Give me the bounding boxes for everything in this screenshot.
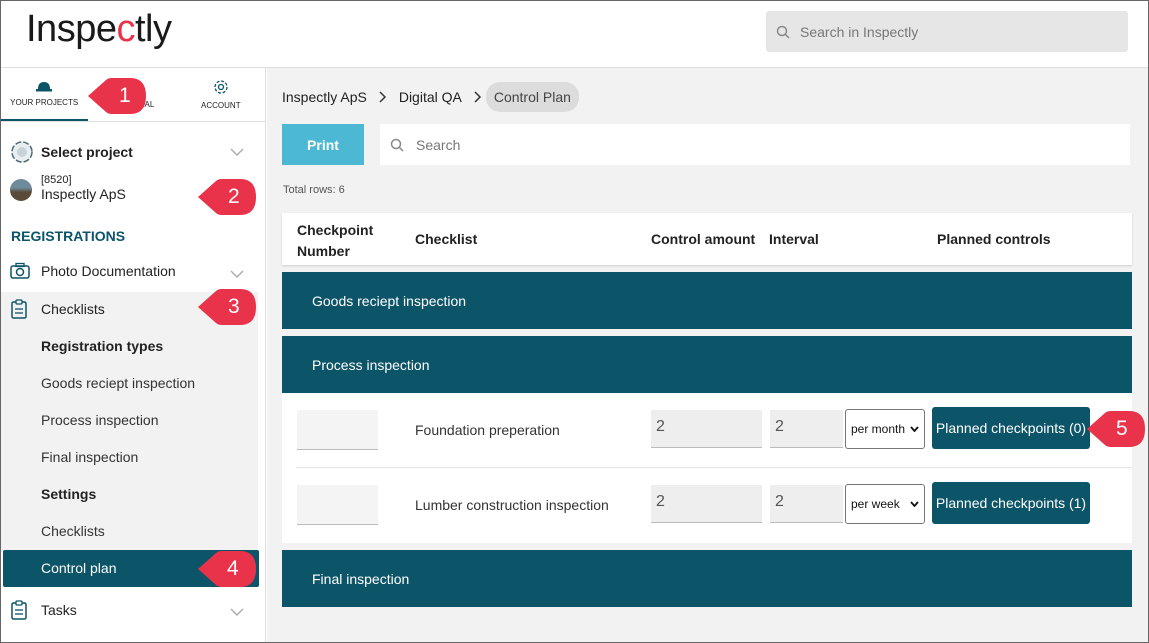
gear-icon — [214, 80, 228, 94]
inspectly-logo[interactable]: Inspectly — [26, 8, 172, 51]
callout-number: 4 — [227, 557, 239, 580]
checklist-name: Lumber construction inspection — [415, 497, 609, 513]
checklists-label: Checklists — [41, 301, 105, 317]
photo-documentation-label: Photo Documentation — [41, 263, 176, 279]
callout-number: 5 — [1116, 417, 1128, 440]
period-select-value: per month — [851, 422, 906, 436]
sidebar-item-process-inspection[interactable]: Process inspection — [41, 412, 159, 428]
interval-input[interactable]: 2 — [770, 485, 843, 523]
app-header: Inspectly Search in Inspectly — [0, 0, 1149, 68]
group-row-process-inspection[interactable]: Process inspection — [282, 336, 1132, 393]
callout-shape — [198, 289, 256, 325]
search-input[interactable]: Search — [380, 124, 1130, 165]
callout-marker-5: 5 — [1085, 409, 1147, 449]
planned-checkpoints-button[interactable]: Planned checkpoints (1) — [932, 482, 1090, 524]
select-project-dropdown[interactable]: Select project — [10, 140, 133, 164]
breadcrumb-item[interactable]: Inspectly ApS — [282, 89, 367, 105]
project-name: Inspectly ApS — [41, 186, 126, 202]
chevron-down-icon — [910, 501, 919, 507]
tab-account[interactable]: ACCOUNT — [177, 68, 265, 121]
table-row: Lumber construction inspection 2 2 per w… — [296, 468, 1132, 543]
column-header-checklist[interactable]: Checklist — [415, 231, 477, 247]
avatar — [10, 179, 32, 201]
sidebar-item-photo-documentation[interactable]: Photo Documentation — [10, 262, 176, 280]
table-row: Foundation preperation 2 2 per month Pla… — [296, 393, 1132, 468]
total-rows: Total rows: 6 — [283, 184, 345, 196]
callout-marker-2: 2 — [196, 177, 258, 217]
breadcrumb-item[interactable]: Digital QA — [399, 89, 462, 105]
planned-checkpoints-button[interactable]: Planned checkpoints (0) — [932, 407, 1090, 449]
callout-number: 3 — [228, 295, 240, 318]
main-content: Inspectly ApS Digital QA Control Plan Pr… — [267, 68, 1149, 643]
period-select[interactable]: per week — [845, 484, 925, 524]
column-header-interval[interactable]: Interval — [769, 231, 819, 247]
clipboard-icon — [11, 299, 27, 319]
process-inspection-rows: Foundation preperation 2 2 per month Pla… — [282, 393, 1132, 543]
clipboard-icon — [11, 600, 27, 620]
camera-icon — [10, 262, 30, 279]
group-row-final-inspection[interactable]: Final inspection — [282, 550, 1132, 607]
chevron-down-icon — [230, 148, 244, 156]
tasks-label: Tasks — [41, 602, 77, 618]
breadcrumb-current: Control Plan — [485, 82, 579, 112]
search-placeholder: Search — [416, 136, 461, 153]
registration-types-heading: Registration types — [41, 338, 164, 354]
control-amount-input[interactable]: 2 — [651, 410, 762, 448]
group-label: Goods reciept inspection — [312, 292, 467, 309]
current-project-text: [8520] Inspectly ApS — [41, 174, 126, 202]
global-search-placeholder: Search in Inspectly — [800, 23, 919, 40]
callout-number: 2 — [228, 185, 240, 208]
project-globe-icon — [11, 141, 33, 163]
column-header-control-amount[interactable]: Control amount — [651, 231, 755, 247]
tab-your-projects[interactable]: YOUR PROJECTS — [0, 68, 89, 121]
project-number: [8520] — [41, 174, 72, 186]
column-header-planned-controls[interactable]: Planned controls — [937, 231, 1051, 247]
settings-heading: Settings — [41, 486, 97, 502]
chevron-down-icon — [230, 270, 244, 278]
search-icon — [776, 25, 790, 39]
sidebar-item-checklists[interactable]: Checklists — [10, 299, 105, 319]
tab-account-label: ACCOUNT — [201, 101, 241, 110]
checkpoint-number-input[interactable] — [297, 485, 378, 525]
hard-hat-icon — [36, 82, 53, 92]
callout-number: 1 — [119, 84, 131, 107]
table-header: Checkpoint Number Checklist Control amou… — [282, 213, 1132, 265]
control-amount-input[interactable]: 2 — [651, 485, 762, 523]
period-select-value: per week — [851, 497, 900, 511]
callout-shape — [198, 179, 256, 215]
checkpoint-number-input[interactable] — [297, 410, 378, 450]
control-plan-label: Control plan — [41, 560, 117, 576]
search-icon — [390, 138, 404, 152]
sidebar-item-settings-checklists[interactable]: Checklists — [41, 523, 105, 539]
chevron-down-icon — [230, 608, 244, 616]
breadcrumb: Inspectly ApS Digital QA Control Plan — [282, 82, 579, 112]
group-label: Final inspection — [312, 570, 410, 587]
column-header-checkpoint-number[interactable]: Checkpoint Number — [297, 220, 387, 262]
chevron-right-icon — [474, 91, 481, 103]
tab-your-projects-label: YOUR PROJECTS — [10, 98, 79, 107]
checklist-name: Foundation preperation — [415, 422, 560, 438]
callout-shape — [88, 78, 146, 114]
chevron-down-icon — [910, 426, 919, 432]
registrations-heading: REGISTRATIONS — [11, 228, 126, 244]
callout-marker-3: 3 — [196, 287, 258, 327]
group-label: Process inspection — [312, 356, 430, 373]
sidebar-item-final-inspection[interactable]: Final inspection — [41, 449, 138, 465]
current-project[interactable]: [8520] Inspectly ApS — [10, 174, 126, 202]
chevron-right-icon — [379, 91, 386, 103]
group-row-goods-receipt[interactable]: Goods reciept inspection — [282, 272, 1132, 329]
callout-marker-4: 4 — [196, 549, 258, 589]
interval-input[interactable]: 2 — [770, 410, 843, 448]
callout-marker-1: 1 — [86, 76, 148, 116]
global-search-input[interactable]: Search in Inspectly — [766, 11, 1128, 52]
select-project-label: Select project — [41, 144, 133, 160]
sidebar-item-tasks[interactable]: Tasks — [10, 600, 77, 620]
sidebar-item-goods-receipt[interactable]: Goods reciept inspection — [41, 375, 195, 391]
print-button[interactable]: Print — [282, 124, 364, 165]
period-select[interactable]: per month — [845, 409, 925, 449]
